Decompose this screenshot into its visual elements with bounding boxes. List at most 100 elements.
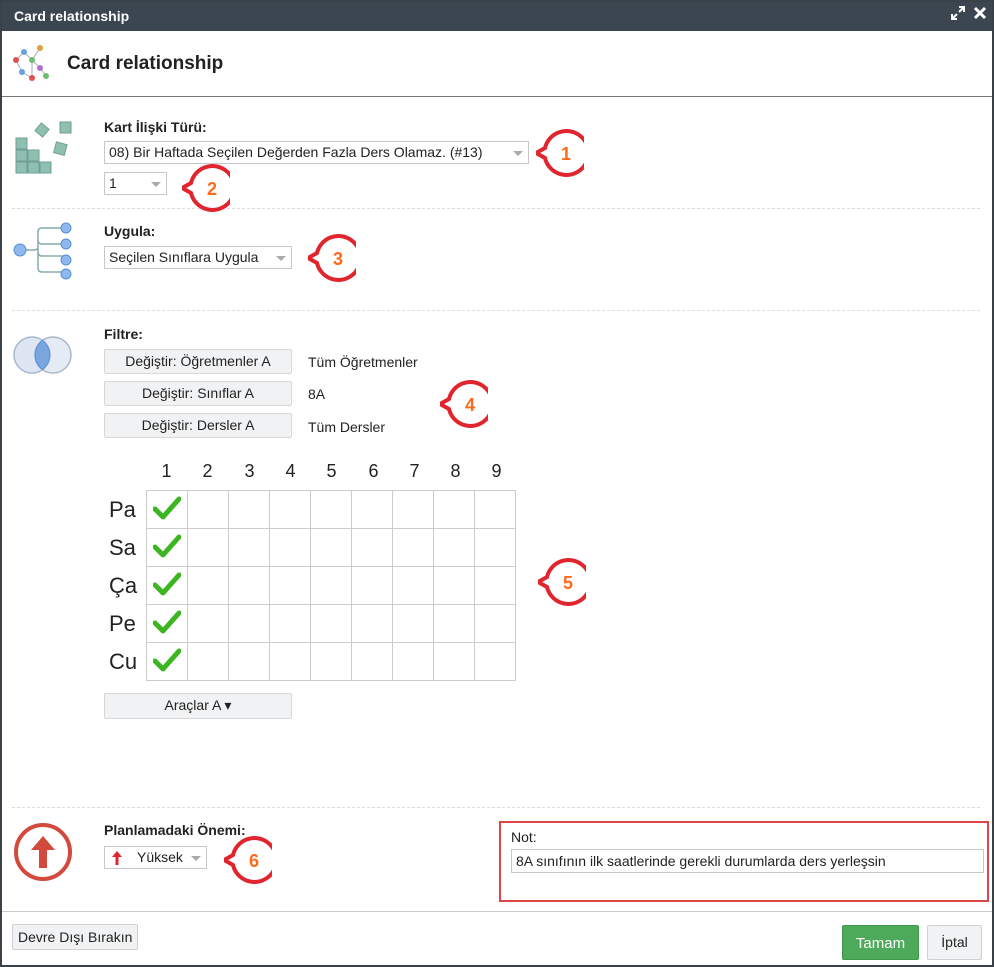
relation-type-label: Kart İlişki Türü:: [104, 119, 207, 135]
grid-cell[interactable]: [269, 528, 311, 567]
grid-cell[interactable]: [269, 566, 311, 605]
page-title: Card relationship: [67, 53, 224, 74]
day-label: Pa: [109, 497, 136, 522]
checkmark-icon: [152, 534, 182, 561]
grid-cell[interactable]: [269, 642, 311, 681]
disable-button[interactable]: Devre Dışı Bırakın: [12, 924, 139, 950]
grid-cell[interactable]: [392, 566, 434, 605]
grid-cell[interactable]: [228, 642, 270, 681]
grid-cell[interactable]: [228, 604, 270, 643]
grid-cell[interactable]: [310, 642, 352, 681]
grid-cell[interactable]: [351, 528, 393, 567]
period-header: 9: [491, 461, 502, 481]
callout-marker: 6: [224, 836, 272, 884]
apply-select[interactable]: Seçilen Sınıflara Uygula: [104, 246, 292, 269]
day-label: Sa: [109, 535, 136, 560]
period-header: 8: [450, 461, 461, 481]
grid-cell[interactable]: [187, 528, 229, 567]
period-header: 3: [244, 461, 255, 481]
filter-label: Filtre:: [104, 326, 143, 342]
checkmark-icon: [152, 610, 182, 637]
apply-value: Seçilen Sınıflara Uygula: [109, 249, 259, 265]
period-header: 4: [285, 461, 296, 481]
grid-cell[interactable]: [269, 490, 311, 529]
grid-cell[interactable]: [433, 642, 475, 681]
priority-select[interactable]: Yüksek: [104, 846, 207, 869]
priority-value: Yüksek: [137, 849, 183, 865]
grid-cell[interactable]: [351, 642, 393, 681]
grid-cell[interactable]: [187, 604, 229, 643]
grid-cell[interactable]: [474, 566, 516, 605]
callout-number: 3: [333, 249, 343, 269]
period-header: 2: [202, 461, 213, 481]
day-label: Ça: [109, 573, 138, 598]
grid-cell[interactable]: [392, 642, 434, 681]
grid-cell[interactable]: [146, 528, 188, 567]
grid-cell[interactable]: [187, 490, 229, 529]
time-grid: [146, 490, 516, 681]
grid-cell[interactable]: [392, 604, 434, 643]
ok-button[interactable]: Tamam: [842, 925, 919, 960]
grid-cell[interactable]: [433, 566, 475, 605]
grid-cell[interactable]: [433, 490, 475, 529]
grid-cell[interactable]: [146, 490, 188, 529]
callout-number: 4: [465, 395, 475, 415]
grid-cell[interactable]: [392, 490, 434, 529]
grid-cell[interactable]: [351, 490, 393, 529]
grid-row: [146, 566, 516, 605]
grid-cell[interactable]: [228, 566, 270, 605]
callout-marker: 2: [182, 164, 230, 212]
grid-cell[interactable]: [474, 642, 516, 681]
card-relationship-dialog: Card relationship Card relationship Kart…: [0, 0, 994, 967]
relation-type-value: 08) Bir Haftada Seçilen Değerden Fazla D…: [109, 144, 483, 160]
day-label: Pe: [109, 611, 136, 636]
grid-cell[interactable]: [146, 604, 188, 643]
grid-cell[interactable]: [146, 642, 188, 681]
change-classes-button[interactable]: Değiştir: Sınıflar A: [104, 381, 292, 406]
tree-branch-icon: [12, 222, 74, 283]
grid-row: [146, 490, 516, 529]
close-icon[interactable]: [970, 5, 990, 25]
cancel-button[interactable]: İptal: [927, 925, 982, 960]
divider: [12, 208, 980, 209]
expand-icon[interactable]: [948, 5, 968, 25]
grid-cell[interactable]: [392, 528, 434, 567]
note-label: Not:: [511, 829, 537, 845]
grid-cell[interactable]: [310, 566, 352, 605]
chevron-down-icon: [276, 256, 286, 261]
grid-cell[interactable]: [474, 604, 516, 643]
grid-row: [146, 642, 516, 681]
callout-marker: 4: [440, 380, 488, 428]
grid-cell[interactable]: [310, 604, 352, 643]
grid-cell[interactable]: [310, 528, 352, 567]
filter-teachers-value: Tüm Öğretmenler: [308, 354, 418, 370]
grid-cell[interactable]: [228, 490, 270, 529]
window-titlebar[interactable]: Card relationship: [2, 2, 992, 31]
change-teachers-button[interactable]: Değiştir: Öğretmenler A: [104, 349, 292, 374]
chevron-down-icon: [513, 151, 523, 156]
grid-cell[interactable]: [269, 604, 311, 643]
callout-marker: 1: [536, 129, 584, 177]
grid-cell[interactable]: [187, 642, 229, 681]
tools-dropdown-button[interactable]: Araçlar A ▾: [104, 693, 292, 719]
grid-cell[interactable]: [351, 566, 393, 605]
callout-number: 6: [249, 851, 259, 871]
grid-cell[interactable]: [433, 528, 475, 567]
filter-lessons-value: Tüm Dersler: [308, 419, 386, 435]
grid-cell[interactable]: [187, 566, 229, 605]
checkmark-icon: [152, 572, 182, 599]
grid-cell[interactable]: [228, 528, 270, 567]
grid-cell[interactable]: [351, 604, 393, 643]
callout-number: 1: [561, 144, 571, 164]
note-input[interactable]: 8A sınıfının ilk saatlerinde gerekli dur…: [511, 849, 984, 873]
callout-number: 5: [563, 573, 573, 593]
grid-cell[interactable]: [433, 604, 475, 643]
grid-cell[interactable]: [146, 566, 188, 605]
relation-count-select[interactable]: 1: [104, 172, 167, 195]
relation-type-select[interactable]: 08) Bir Haftada Seçilen Değerden Fazla D…: [104, 141, 529, 164]
day-label: Cu: [109, 649, 138, 674]
grid-cell[interactable]: [310, 490, 352, 529]
grid-cell[interactable]: [474, 490, 516, 529]
grid-cell[interactable]: [474, 528, 516, 567]
change-lessons-button[interactable]: Değiştir: Dersler A: [104, 413, 292, 438]
